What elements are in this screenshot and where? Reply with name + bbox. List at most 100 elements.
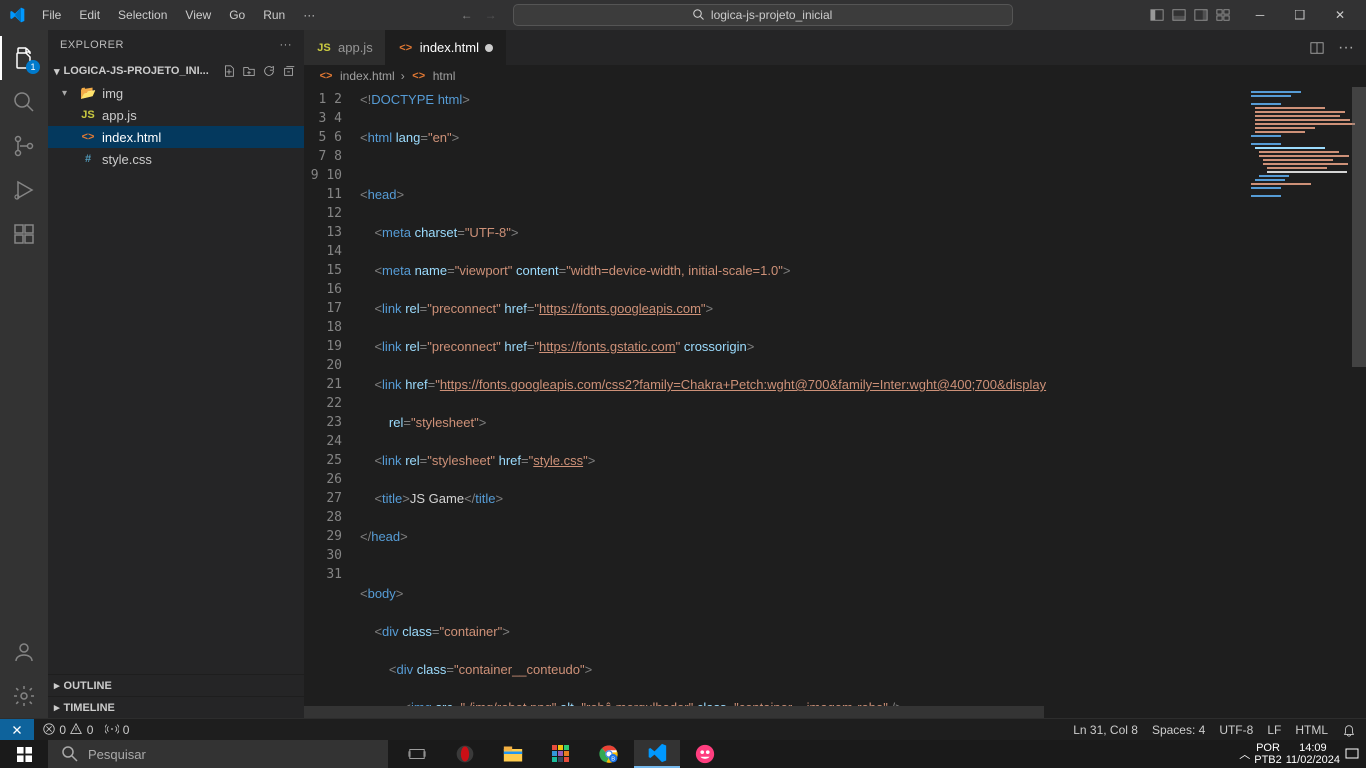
js-file-icon: JS: [80, 109, 96, 121]
status-spaces[interactable]: Spaces: 4: [1152, 723, 1205, 737]
js-file-icon: JS: [316, 42, 332, 54]
layout-sidebar-right-icon[interactable]: [1194, 8, 1208, 22]
command-center-text: logica-js-projeto_inicial: [711, 8, 832, 22]
tray-notifications-icon[interactable]: [1344, 746, 1360, 762]
activity-extensions-icon[interactable]: [0, 212, 48, 256]
file-label: style.css: [102, 152, 152, 167]
activity-settings-icon[interactable]: [0, 674, 48, 718]
timeline-label: TIMELINE: [64, 702, 115, 714]
minimap-scrollbar[interactable]: [1352, 87, 1366, 367]
vscode-logo-icon: [0, 7, 34, 23]
chevron-down-icon: ▾: [62, 88, 74, 99]
line-numbers: 1 2 3 4 5 6 7 8 9 10 11 12 13 14 15 16 1…: [304, 87, 360, 706]
new-file-icon[interactable]: [222, 64, 236, 78]
editor-area: JSapp.js <> index.html ··· <> index.html …: [304, 30, 1366, 718]
taskbar-app-icon[interactable]: [538, 740, 584, 768]
status-language[interactable]: HTML: [1295, 723, 1328, 737]
tray-clock[interactable]: 14:0911/02/2024: [1286, 742, 1340, 766]
nav-forward-icon[interactable]: →: [485, 8, 497, 22]
status-encoding[interactable]: UTF-8: [1219, 723, 1253, 737]
activity-run-debug-icon[interactable]: [0, 168, 48, 212]
activity-explorer-icon[interactable]: 1: [0, 36, 48, 80]
activity-bar: 1: [0, 30, 48, 718]
status-ports[interactable]: 0: [105, 722, 129, 737]
layout-sidebar-left-icon[interactable]: [1150, 8, 1164, 22]
activity-account-icon[interactable]: [0, 630, 48, 674]
status-cursor[interactable]: Ln 31, Col 8: [1073, 723, 1138, 737]
project-header[interactable]: ▾ LOGICA-JS-PROJETO_INI...: [48, 60, 304, 82]
activity-search-icon[interactable]: [0, 80, 48, 124]
breadcrumb[interactable]: <> index.html › <> html: [304, 65, 1366, 87]
remote-indicator-icon[interactable]: [0, 719, 34, 741]
explorer-sidebar: EXPLORER ··· ▾ LOGICA-JS-PROJETO_INI... …: [48, 30, 304, 718]
taskbar-chrome-icon[interactable]: B: [586, 740, 632, 768]
tree-file-indexhtml[interactable]: <>index.html: [48, 126, 304, 148]
file-tree: ▾📂img JSapp.js <>index.html #style.css: [48, 82, 304, 170]
html-file-icon: <>: [318, 70, 334, 82]
window-maximize-icon[interactable]: [1282, 1, 1318, 29]
menu-selection[interactable]: Selection: [110, 4, 175, 26]
layout-panel-icon[interactable]: [1172, 8, 1186, 22]
taskbar-opera-icon[interactable]: [442, 740, 488, 768]
split-editor-icon[interactable]: [1310, 41, 1324, 55]
taskbar-vscode-icon[interactable]: [634, 740, 680, 768]
status-bar: 0 0 0 Ln 31, Col 8 Spaces: 4 UTF-8 LF HT…: [0, 718, 1366, 740]
minimap-preview: [1247, 87, 1366, 207]
timeline-section[interactable]: ▸ TIMELINE: [48, 696, 304, 718]
menu-run[interactable]: Run: [255, 4, 293, 26]
outline-section[interactable]: ▸ OUTLINE: [48, 674, 304, 696]
new-folder-icon[interactable]: [242, 64, 256, 78]
tab-label: index.html: [420, 40, 479, 55]
project-name: LOGICA-JS-PROJETO_INI...: [64, 65, 209, 77]
dirty-indicator-icon: [485, 44, 493, 52]
horizontal-scrollbar[interactable]: [304, 706, 1366, 718]
explorer-more-icon[interactable]: ···: [280, 39, 293, 51]
menu-go[interactable]: Go: [221, 4, 253, 26]
windows-search-placeholder: Pesquisar: [88, 747, 146, 762]
window-minimize-icon[interactable]: ─: [1242, 1, 1278, 29]
start-button-icon[interactable]: [0, 740, 48, 768]
tray-expand-icon[interactable]: ︿: [1239, 746, 1250, 762]
refresh-icon[interactable]: [262, 64, 276, 78]
code-editor[interactable]: <!DOCTYPE html> <html lang="en"> <head> …: [360, 87, 1246, 706]
chevron-right-icon: ▸: [54, 701, 60, 714]
windows-taskbar: Pesquisar B ︿ PORPTB2 14:0911/02/2024: [0, 740, 1366, 768]
html-file-icon: <>: [80, 131, 96, 143]
tree-file-appjs[interactable]: JSapp.js: [48, 104, 304, 126]
menu-file[interactable]: File: [34, 4, 69, 26]
chevron-right-icon: ›: [401, 69, 405, 83]
collapse-all-icon[interactable]: [282, 64, 296, 78]
tree-file-stylecss[interactable]: #style.css: [48, 148, 304, 170]
search-icon: [62, 746, 78, 762]
outline-label: OUTLINE: [64, 680, 112, 692]
command-center[interactable]: logica-js-projeto_inicial: [513, 4, 1013, 26]
explorer-badge: 1: [26, 60, 40, 74]
tree-folder-img[interactable]: ▾📂img: [48, 82, 304, 104]
activity-source-control-icon[interactable]: [0, 124, 48, 168]
tab-appjs[interactable]: JSapp.js: [304, 30, 386, 65]
windows-search[interactable]: Pesquisar: [48, 740, 388, 768]
customize-layout-icon[interactable]: [1216, 8, 1230, 22]
window-close-icon[interactable]: ✕: [1322, 1, 1358, 29]
menu-view[interactable]: View: [177, 4, 219, 26]
status-problems[interactable]: 0 0: [42, 722, 93, 737]
tab-indexhtml[interactable]: <> index.html: [386, 30, 506, 65]
main-menu: File Edit Selection View Go Run ···: [34, 4, 323, 26]
minimap[interactable]: [1246, 87, 1366, 706]
folder-icon: 📂: [80, 85, 96, 101]
chevron-down-icon: ▾: [54, 65, 60, 78]
tray-language[interactable]: PORPTB2: [1254, 742, 1282, 766]
nav-back-icon[interactable]: ←: [461, 8, 473, 22]
explorer-title: EXPLORER: [60, 39, 124, 51]
menu-edit[interactable]: Edit: [71, 4, 108, 26]
status-eol[interactable]: LF: [1267, 723, 1281, 737]
taskbar-game-icon[interactable]: [682, 740, 728, 768]
menu-more[interactable]: ···: [295, 4, 323, 26]
taskbar-taskview-icon[interactable]: [394, 740, 440, 768]
more-actions-icon[interactable]: ···: [1338, 39, 1354, 57]
status-notifications-icon[interactable]: [1342, 723, 1356, 737]
breadcrumb-symbol: html: [433, 69, 456, 83]
html-file-icon: <>: [398, 42, 414, 54]
taskbar-explorer-icon[interactable]: [490, 740, 536, 768]
chevron-right-icon: ▸: [54, 679, 60, 692]
